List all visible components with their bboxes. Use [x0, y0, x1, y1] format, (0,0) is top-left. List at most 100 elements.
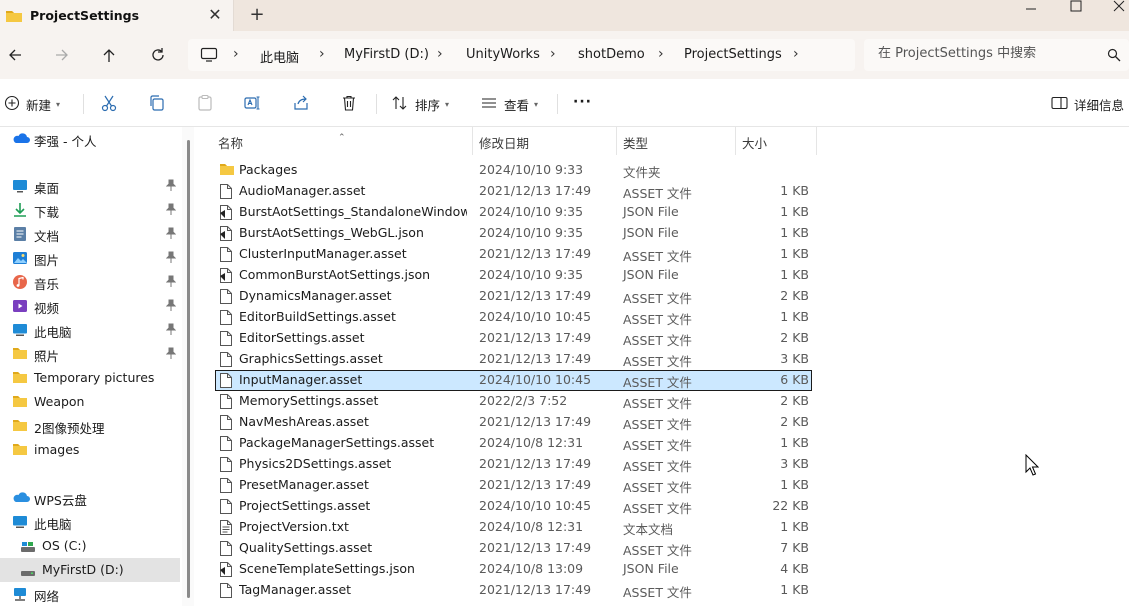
file-size: 1 KB [780, 435, 809, 450]
back-button[interactable] [3, 44, 27, 66]
sidebar-item-videos[interactable]: 视频 [0, 294, 180, 318]
sidebar-item-temporary-pictures[interactable]: Temporary pictures [0, 366, 180, 390]
breadcrumb-separator[interactable]: › [658, 46, 664, 62]
file-row[interactable]: ProjectVersion.txt 2024/10/8 12:31 文本文档 1 K… [215, 517, 812, 538]
file-row[interactable]: AudioManager.asset 2021/12/13 17:49 ASSET … [215, 181, 812, 202]
file-date-modified: 2021/12/13 17:49 [479, 582, 592, 597]
file-row[interactable]: SceneTemplateSettings.json 2024/10/8 13:0… [215, 559, 812, 580]
file-icon [219, 351, 235, 368]
minimize-button[interactable] [1020, 2, 1042, 12]
breadcrumb-unityworks[interactable]: UnityWorks [466, 47, 540, 62]
breadcrumb-projectsettings[interactable]: ProjectSettings [684, 47, 782, 62]
more-options-button[interactable]: ··· [573, 91, 592, 113]
file-row[interactable]: ProjectSettings.asset 2024/10/10 10:45 ASS… [215, 496, 812, 517]
file-row[interactable]: EditorSettings.asset 2021/12/13 17:49 ASSE… [215, 328, 812, 349]
sidebar-item-image-preprocessing[interactable]: 2图像预处理 [0, 414, 180, 438]
file-row[interactable]: TagManager.asset 2021/12/13 17:49 ASSET 文件… [215, 580, 812, 601]
delete-button[interactable] [340, 93, 358, 115]
sidebar-item-weapon[interactable]: Weapon [0, 390, 180, 414]
search-input[interactable] [878, 46, 1098, 61]
file-row[interactable]: PresetManager.asset 2021/12/13 17:49 ASSET… [215, 475, 812, 496]
file-icon [219, 288, 235, 305]
file-row[interactable]: BurstAotSettings_StandaloneWindow... 2024… [215, 202, 812, 223]
column-header-type[interactable]: 类型 [617, 127, 735, 155]
file-row[interactable]: EditorBuildSettings.asset 2024/10/10 10:4… [215, 307, 812, 328]
column-divider[interactable] [816, 127, 817, 155]
new-tab-button[interactable]: + [247, 4, 267, 26]
new-button[interactable]: 新建 ▾ [4, 93, 60, 115]
column-header-name[interactable]: 名称 ⌃ [198, 127, 472, 155]
column-header-date[interactable]: 修改日期 [473, 127, 616, 155]
search-box[interactable] [864, 39, 1129, 71]
copy-button[interactable] [148, 93, 166, 115]
file-name: ClusterInputManager.asset [239, 246, 407, 261]
sidebar-item-pictures[interactable]: 图片 [0, 246, 180, 270]
file-size: 1 KB [780, 183, 809, 198]
up-button[interactable] [97, 44, 121, 66]
breadcrumb-this-pc[interactable]: 此电脑 [260, 47, 299, 66]
file-size: 2 KB [780, 393, 809, 408]
maximize-button[interactable] [1068, 0, 1084, 14]
column-header-size[interactable]: 大小 [736, 127, 816, 155]
file-size: 2 KB [780, 414, 809, 429]
sidebar-item-photos[interactable]: 照片 [0, 342, 180, 366]
refresh-button[interactable] [146, 44, 170, 66]
search-icon[interactable] [1107, 48, 1121, 65]
sidebar-item-music[interactable]: 音乐 [0, 270, 180, 294]
breadcrumb-separator[interactable]: › [437, 46, 443, 62]
sidebar-item-downloads[interactable]: 下载 [0, 198, 180, 222]
pin-icon [165, 323, 177, 338]
sidebar-item-myfirstd[interactable]: MyFirstD (D:) [0, 558, 180, 582]
tab-projectsettings[interactable]: ProjectSettings ✕ [0, 0, 234, 31]
cut-button[interactable] [100, 93, 118, 115]
file-row[interactable]: GraphicsSettings.asset 2021/12/13 17:49 AS… [215, 349, 812, 370]
breadcrumb-drive-d[interactable]: MyFirstD (D:) [344, 47, 429, 62]
file-size: 1 KB [780, 204, 809, 219]
file-row[interactable]: CommonBurstAotSettings.json 2024/10/10 9:… [215, 265, 812, 286]
file-row[interactable]: Packages 2024/10/10 9:33 文件夹 [215, 160, 812, 181]
sidebar-item-label: WPS云盘 [34, 493, 87, 508]
wps-cloud-icon [12, 490, 31, 506]
address-bar[interactable]: › 此电脑 › MyFirstD (D:) › UnityWorks › sho… [188, 39, 855, 71]
paste-button[interactable] [196, 93, 214, 115]
share-button[interactable] [292, 93, 310, 115]
file-row[interactable]: MemorySettings.asset 2022/2/3 7:52 ASSET 文… [215, 391, 812, 412]
divider [557, 94, 558, 114]
sidebar-item-network[interactable]: 网络 [0, 582, 180, 606]
sidebar-item-documents[interactable]: 文档 [0, 222, 180, 246]
close-tab-button[interactable]: ✕ [206, 4, 224, 26]
sidebar-item-label: 李强 - 个人 [34, 134, 97, 149]
file-icon [219, 246, 235, 263]
view-button[interactable]: 查看 ▾ [480, 93, 538, 115]
sidebar-item-onedrive[interactable]: 李强 - 个人 [0, 127, 180, 151]
file-row[interactable]: InputManager.asset 2024/10/10 10:45 ASSET … [215, 370, 812, 391]
file-row[interactable]: DynamicsManager.asset 2021/12/13 17:49 ASS… [215, 286, 812, 307]
file-size: 1 KB [780, 246, 809, 261]
file-row[interactable]: NavMeshAreas.asset 2021/12/13 17:49 ASSET … [215, 412, 812, 433]
sidebar-item-desktop[interactable]: 桌面 [0, 174, 180, 198]
breadcrumb-separator[interactable]: › [550, 46, 556, 62]
sidebar-item-this-pc[interactable]: 此电脑 [0, 510, 180, 534]
sidebar-item-this-pc-pinned[interactable]: 此电脑 [0, 318, 180, 342]
breadcrumb-separator[interactable]: › [319, 46, 325, 62]
file-row[interactable]: QualitySettings.asset 2021/12/13 17:49 ASS… [215, 538, 812, 559]
file-row[interactable]: ClusterInputManager.asset 2021/12/13 17:4… [215, 244, 812, 265]
rename-button[interactable] [243, 93, 261, 115]
sidebar-scrollbar-thumb[interactable] [187, 140, 190, 598]
sort-button[interactable]: 排序 ▾ [391, 93, 449, 115]
breadcrumb-shotdemo[interactable]: shotDemo [578, 47, 645, 62]
close-window-button[interactable] [1110, 0, 1128, 14]
file-row[interactable]: Physics2DSettings.asset 2021/12/13 17:49 A… [215, 454, 812, 475]
sidebar-item-label: 照片 [34, 349, 60, 364]
details-pane-button[interactable]: 详细信息 [1051, 93, 1124, 115]
forward-button[interactable] [50, 44, 74, 66]
file-size: 1 KB [780, 582, 809, 597]
file-row[interactable]: PackageManagerSettings.asset 2024/10/8 12… [215, 433, 812, 454]
sidebar-item-images[interactable]: images [0, 438, 180, 462]
sidebar-item-os-c[interactable]: OS (C:) [0, 534, 180, 558]
breadcrumb-separator[interactable]: › [793, 46, 799, 62]
file-row[interactable]: BurstAotSettings_WebGL.json 2024/10/10 9:… [215, 223, 812, 244]
sidebar-item-wps-cloud[interactable]: WPS云盘 [0, 486, 180, 510]
file-icon [219, 456, 235, 473]
file-icon [219, 330, 235, 347]
